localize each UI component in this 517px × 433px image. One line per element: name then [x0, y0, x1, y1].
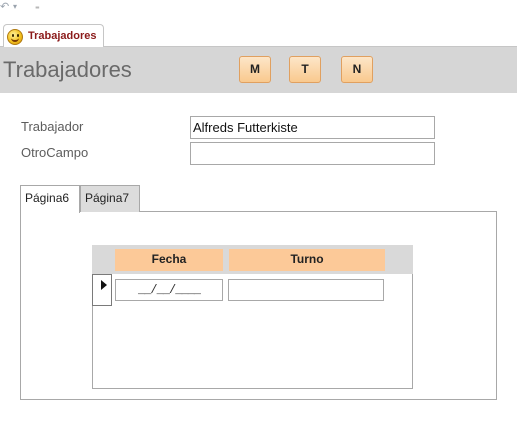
document-tab-trabajadores[interactable]: Trabajadores: [3, 24, 104, 47]
trabajador-label: Trabajador: [21, 119, 84, 134]
otrocampo-field[interactable]: [190, 142, 435, 165]
record-selector[interactable]: [92, 274, 112, 306]
turno-cell[interactable]: [228, 279, 384, 301]
undo-icon[interactable]: ↶: [0, 0, 9, 14]
tab-pagina7[interactable]: Página7: [80, 185, 140, 212]
n-button[interactable]: N: [341, 56, 373, 83]
current-record-arrow-icon: [101, 280, 107, 290]
tab-pagina6[interactable]: Página6: [20, 185, 80, 213]
fecha-cell[interactable]: __/__/____: [115, 279, 223, 301]
smiley-icon: [7, 29, 23, 45]
otrocampo-label: OtroCampo: [21, 145, 89, 160]
column-header-turno[interactable]: Turno: [229, 249, 385, 271]
column-header-fecha[interactable]: Fecha: [115, 249, 223, 271]
m-button[interactable]: M: [239, 56, 271, 83]
quick-access-toolbar: ↶ ▾ ₌: [0, 0, 517, 22]
form-title: Trabajadores: [3, 57, 132, 82]
undo-dropdown-icon[interactable]: ▾: [13, 1, 17, 13]
document-tab-label: Trabajadores: [28, 30, 97, 42]
t-button[interactable]: T: [289, 56, 321, 83]
customize-toolbar-icon[interactable]: ₌: [35, 0, 40, 12]
trabajador-field[interactable]: Alfreds Futterkiste: [190, 116, 435, 139]
